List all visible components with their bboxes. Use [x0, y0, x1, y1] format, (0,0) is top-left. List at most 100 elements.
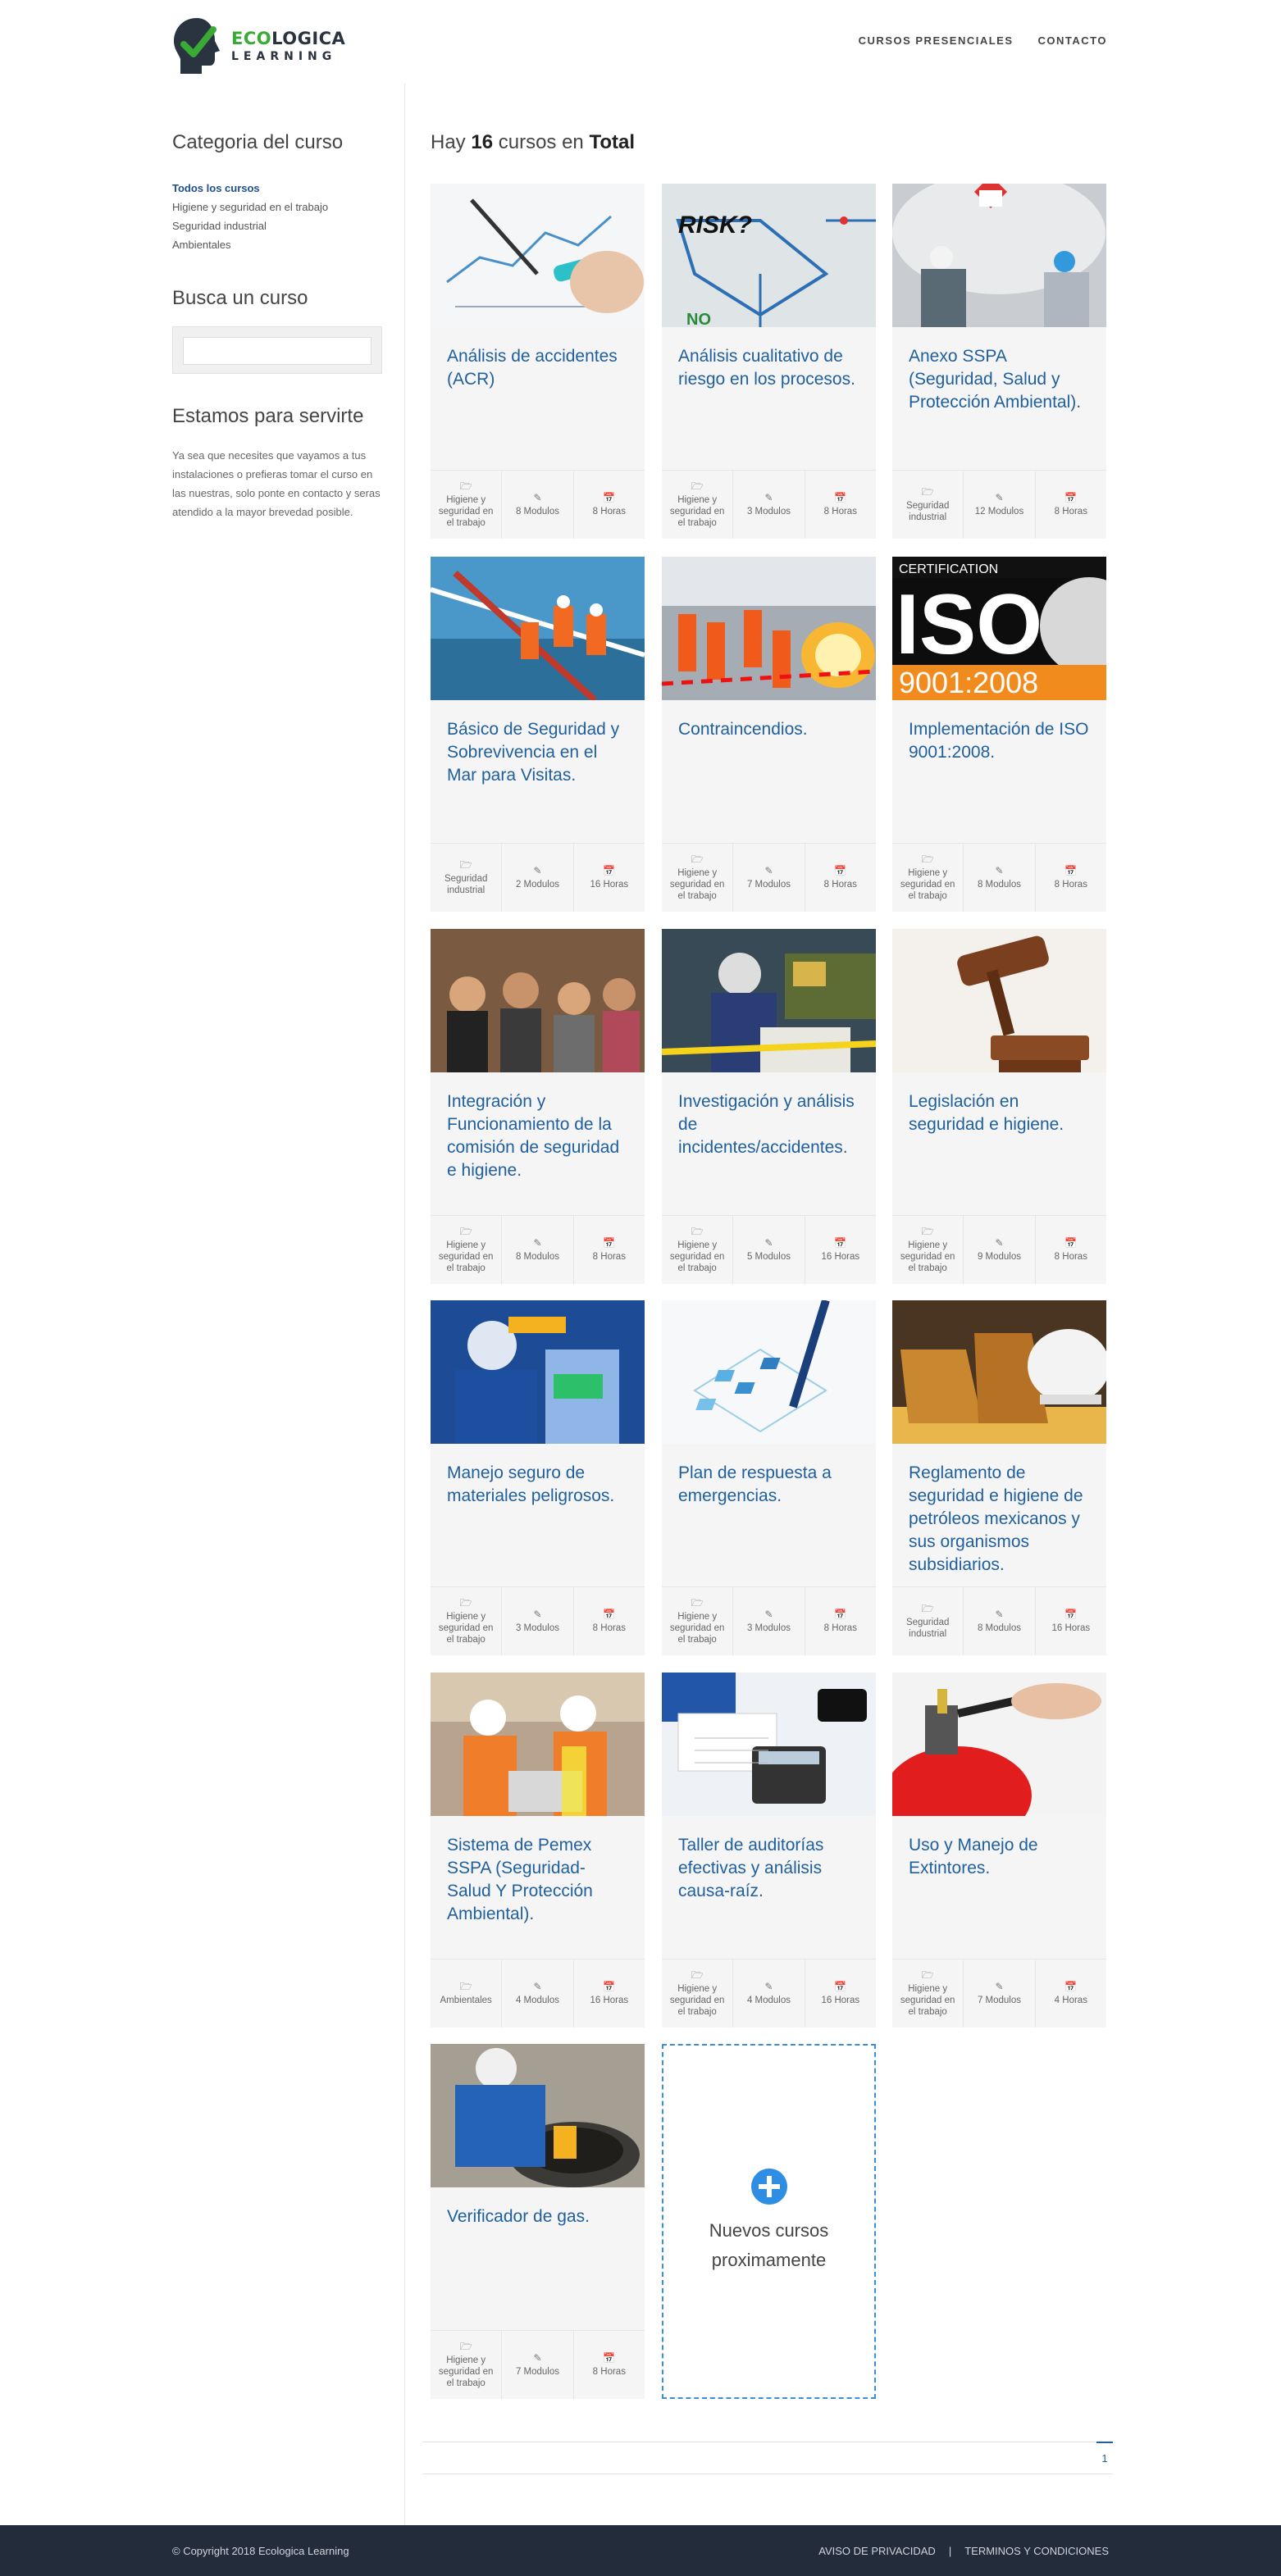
- course-title[interactable]: Investigación y análisis de incidentes/a…: [662, 1072, 876, 1215]
- course-category: 🗁 Higiene y seguridad en el trabajo: [892, 1216, 964, 1284]
- course-card[interactable]: Reglamento de seguridad e higiene de pet…: [892, 1300, 1106, 1655]
- course-card[interactable]: Integración y Funcionamiento de la comis…: [431, 929, 645, 1284]
- course-title[interactable]: Integración y Funcionamiento de la comis…: [431, 1072, 645, 1215]
- brand-logo[interactable]: ECOLOGICA LEARNING: [172, 15, 345, 77]
- category-higiene[interactable]: Higiene y seguridad en el trabajo: [172, 198, 404, 216]
- course-image[interactable]: [662, 1300, 876, 1444]
- course-category: 🗁 Ambientales: [431, 1959, 503, 2028]
- course-card[interactable]: Plan de respuesta a emergencias. 🗁 Higiene…: [662, 1300, 876, 1655]
- page-1[interactable]: 1: [1096, 2442, 1113, 2474]
- pagination: 1: [422, 2442, 1113, 2474]
- course-card[interactable]: CERTIFICATION ISO 9001:2008 Implementación …: [892, 557, 1106, 912]
- course-modules: ✎ 3 Modulos: [502, 1587, 574, 1655]
- course-meta: 🗁 Seguridad industrial ✎ 2 Modulos 📅 16 Horas: [431, 843, 645, 912]
- course-title[interactable]: Anexo SSPA (Seguridad, Salud y Protecció…: [892, 327, 1106, 470]
- course-image[interactable]: [892, 1673, 1106, 1816]
- course-hours: 📅 4 Horas: [1054, 1980, 1087, 2005]
- course-title[interactable]: Uso y Manejo de Extintores.: [892, 1816, 1106, 1959]
- plus-circle-icon: [750, 2168, 787, 2205]
- course-category: 🗁 Higiene y seguridad en el trabajo: [662, 844, 734, 912]
- course-image[interactable]: [892, 1300, 1106, 1444]
- category-ambientales[interactable]: Ambientales: [172, 235, 404, 254]
- brand-eco: ECO: [231, 28, 272, 48]
- course-card[interactable]: RISK? NO Análisis cualitativo de riesgo en…: [662, 184, 876, 539]
- course-card[interactable]: Legislación en seguridad e higiene. 🗁 Higi…: [892, 929, 1106, 1284]
- course-image[interactable]: [662, 1673, 876, 1816]
- search-input[interactable]: [183, 337, 372, 365]
- calendar-icon: 📅: [1064, 1608, 1078, 1620]
- course-card[interactable]: Verificador de gas. 🗁 Higiene y seguridad …: [431, 2044, 645, 2399]
- course-card[interactable]: Anexo SSPA (Seguridad, Salud y Protecció…: [892, 184, 1106, 539]
- calendar-icon: 📅: [834, 1980, 847, 1992]
- course-card[interactable]: Contraincendios. 🗁 Higiene y seguridad en …: [662, 557, 876, 912]
- course-title[interactable]: Taller de auditorías efectivas y análisi…: [662, 1816, 876, 1959]
- course-meta: 🗁 Higiene y seguridad en el trabajo ✎ 8 Mod…: [892, 843, 1106, 912]
- terms-link[interactable]: TERMINOS Y CONDICIONES: [964, 2545, 1109, 2557]
- course-card[interactable]: Investigación y análisis de incidentes/a…: [662, 929, 876, 1284]
- course-title[interactable]: Implementación de ISO 9001:2008.: [892, 700, 1106, 843]
- course-title[interactable]: Manejo seguro de materiales peligrosos.: [431, 1444, 645, 1586]
- course-title[interactable]: Contraincendios.: [662, 700, 876, 843]
- calendar-icon: 📅: [603, 1608, 616, 1620]
- calendar-icon: 📅: [834, 864, 847, 876]
- course-image[interactable]: [431, 929, 645, 1072]
- course-image[interactable]: RISK? NO: [662, 184, 876, 327]
- course-image[interactable]: [431, 1300, 645, 1444]
- calendar-icon: 📅: [603, 1980, 616, 1992]
- course-title[interactable]: Verificador de gas.: [431, 2187, 645, 2330]
- course-modules: ✎ 7 Modulos: [964, 1959, 1036, 2028]
- course-image[interactable]: [431, 184, 645, 327]
- course-title[interactable]: Plan de respuesta a emergencias.: [662, 1444, 876, 1586]
- course-image[interactable]: [431, 2044, 645, 2187]
- edit-icon: ✎: [995, 864, 1004, 876]
- nav-cursos-presenciales[interactable]: CURSOS PRESENCIALES: [859, 34, 1014, 47]
- edit-icon: ✎: [764, 1236, 773, 1249]
- course-modules: ✎ 4 Modulos: [502, 1959, 574, 2028]
- course-card[interactable]: Básico de Seguridad y Sobrevivencia en e…: [431, 557, 645, 912]
- brand-learning: LEARNING: [231, 49, 337, 63]
- course-image[interactable]: CERTIFICATION ISO 9001:2008: [892, 557, 1106, 700]
- course-image[interactable]: [431, 1673, 645, 1816]
- course-modules: ✎ 7 Modulos: [733, 844, 805, 912]
- course-category: 🗁 Higiene y seguridad en el trabajo: [662, 1587, 734, 1655]
- new-courses-card: Nuevos cursos proximamente: [662, 2044, 876, 2399]
- course-hours: 📅 8 Horas: [592, 1608, 626, 1633]
- course-card[interactable]: Sistema de Pemex SSPA (Seguridad-Salud Y…: [431, 1673, 645, 2028]
- course-meta: 🗁 Higiene y seguridad en el trabajo ✎ 3 Mod…: [662, 1586, 876, 1655]
- course-category: 🗁 Higiene y seguridad en el trabajo: [662, 471, 734, 539]
- course-title[interactable]: Reglamento de seguridad e higiene de pet…: [892, 1444, 1106, 1586]
- course-card[interactable]: Manejo seguro de materiales peligrosos. 🗁…: [431, 1300, 645, 1655]
- course-meta: 🗁 Higiene y seguridad en el trabajo ✎ 5 Mod…: [662, 1215, 876, 1284]
- course-modules: ✎ 8 Modulos: [502, 471, 574, 539]
- course-meta: 🗁 Higiene y seguridad en el trabajo ✎ 3 Mod…: [662, 470, 876, 539]
- course-title[interactable]: Análisis de accidentes (ACR): [431, 327, 645, 470]
- course-image[interactable]: [431, 557, 645, 700]
- calendar-icon: 📅: [603, 2351, 616, 2364]
- sidebar: Categoria del curso Todos los cursos Hig…: [172, 84, 405, 2525]
- calendar-icon: 📅: [603, 864, 616, 876]
- course-image[interactable]: [892, 929, 1106, 1072]
- category-all[interactable]: Todos los cursos: [172, 179, 404, 198]
- privacy-link[interactable]: AVISO DE PRIVACIDAD: [818, 2545, 936, 2557]
- course-category: 🗁 Higiene y seguridad en el trabajo: [892, 1959, 964, 2028]
- category-seguridad[interactable]: Seguridad industrial: [172, 216, 404, 235]
- edit-icon: ✎: [764, 491, 773, 503]
- course-card[interactable]: Uso y Manejo de Extintores. 🗁 Higiene y se…: [892, 1673, 1106, 2028]
- svg-text:RISK?: RISK?: [678, 212, 752, 239]
- folder-icon: 🗁: [921, 853, 934, 865]
- course-title[interactable]: Sistema de Pemex SSPA (Seguridad-Salud Y…: [431, 1816, 645, 1959]
- nav-contacto[interactable]: CONTACTO: [1038, 34, 1107, 47]
- course-card[interactable]: Taller de auditorías efectivas y análisi…: [662, 1673, 876, 2028]
- footer-links: AVISO DE PRIVACIDAD | TERMINOS Y CONDICION…: [818, 2545, 1109, 2557]
- course-title[interactable]: Básico de Seguridad y Sobrevivencia en e…: [431, 700, 645, 843]
- folder-icon: 🗁: [459, 1225, 472, 1237]
- course-image[interactable]: [892, 184, 1106, 327]
- course-card[interactable]: Análisis de accidentes (ACR) 🗁 Higiene y s…: [431, 184, 645, 539]
- course-image[interactable]: [662, 557, 876, 700]
- course-title[interactable]: Análisis cualitativo de riesgo en los pr…: [662, 327, 876, 470]
- course-image[interactable]: [662, 929, 876, 1072]
- course-title[interactable]: Legislación en seguridad e higiene.: [892, 1072, 1106, 1215]
- course-hours: 📅 16 Horas: [821, 1236, 860, 1262]
- course-meta: 🗁 Higiene y seguridad en el trabajo ✎ 7 Mod…: [892, 1959, 1106, 2028]
- folder-icon: 🗁: [459, 2340, 472, 2352]
